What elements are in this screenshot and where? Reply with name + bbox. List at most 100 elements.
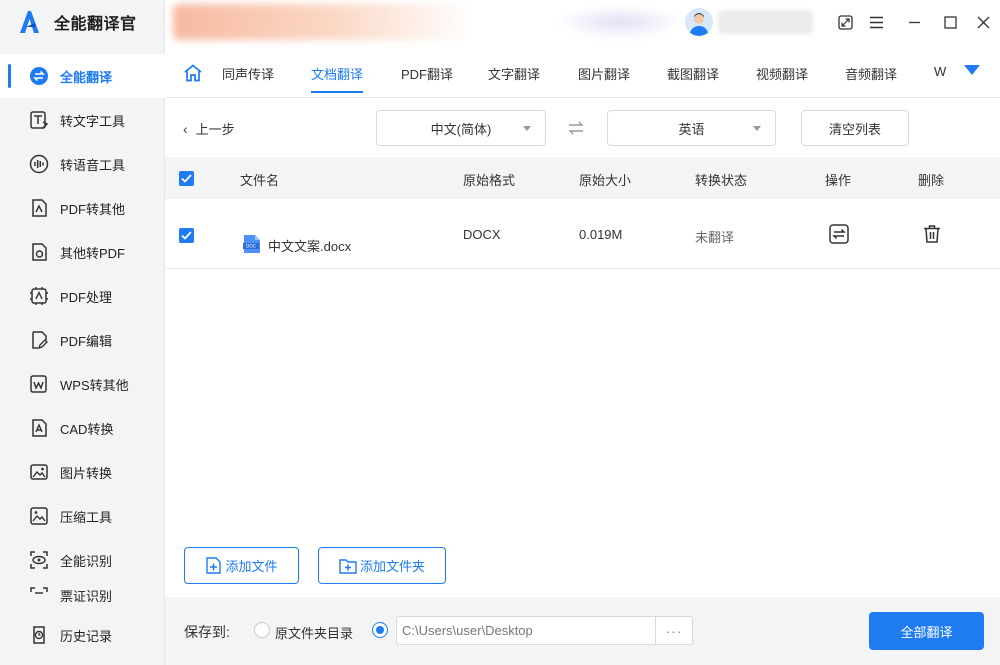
app-logo-icon [20, 11, 39, 33]
home-icon[interactable] [183, 64, 203, 82]
sidebar-item-pdf-to-other[interactable]: PDF转其他 [0, 186, 165, 230]
sidebar-item-label: 其他转PDF [60, 245, 126, 261]
footer: 保存到: 原文件夹目录 ··· 全部翻译 [165, 597, 1000, 665]
scan-eye-icon [30, 551, 48, 569]
sidebar-item-cad[interactable]: CAD转换 [0, 406, 165, 450]
sidebar-item-text-tool[interactable]: 转文字工具 [0, 98, 165, 142]
header-format: 原始格式 [463, 173, 516, 188]
sidebar-item-label: 全能翻译 [60, 69, 113, 85]
sidebar-item-label: 图片转换 [60, 465, 113, 481]
sidebar: 全能翻译官 全能翻译 转文字工具 转语音工具 PDF转其他 其他转PDF PDF… [0, 0, 165, 665]
tab-screenshot-translate[interactable]: 截图翻译 [667, 64, 719, 83]
wps-icon [30, 375, 47, 393]
tab-simultaneous[interactable]: 同声传译 [222, 64, 274, 83]
radio-original-folder[interactable] [254, 622, 270, 638]
sidebar-item-label: 转语音工具 [60, 157, 126, 173]
menu-button[interactable] [866, 12, 886, 32]
sidebar-item-voice-tool[interactable]: 转语音工具 [0, 142, 165, 186]
add-folder-icon [339, 558, 357, 574]
row-status: 未翻译 [695, 230, 735, 245]
tab-overflow[interactable]: W [934, 64, 946, 79]
expand-icon [837, 14, 853, 30]
row-checkbox[interactable] [179, 228, 194, 243]
back-button[interactable]: ‹ 上一步 [183, 119, 235, 138]
target-language-select[interactable]: 英语 [607, 110, 776, 146]
file-type-label: DOC [246, 244, 256, 250]
expand-window-button[interactable] [835, 12, 855, 32]
chevron-down-icon [523, 126, 531, 131]
menu-icon [869, 16, 883, 28]
chevron-left-icon: ‹ [183, 120, 188, 137]
sidebar-item-pdf-edit[interactable]: PDF编辑 [0, 318, 165, 362]
source-language-select[interactable]: 中文(简体) [376, 110, 546, 146]
title-bar [165, 0, 1000, 44]
user-avatar-icon [689, 13, 709, 36]
check-icon [181, 231, 192, 240]
pdf-edit-icon [32, 331, 48, 350]
sidebar-item-label: 票证识别 [60, 589, 113, 602]
tab-bar: 同声传译 文档翻译 PDF翻译 文字翻译 图片翻译 截图翻译 视频翻译 音频翻译… [165, 44, 1000, 98]
sidebar-item-image-convert[interactable]: 图片转换 [0, 450, 165, 494]
close-button[interactable] [973, 12, 993, 32]
translate-icon [30, 67, 48, 85]
sidebar-item-label: 压缩工具 [60, 509, 113, 525]
ticket-scan-icon [30, 587, 48, 594]
check-icon [181, 174, 192, 183]
avatar[interactable] [685, 8, 713, 36]
sidebar-item-label: PDF编辑 [60, 333, 113, 349]
sidebar-item-wps-to-other[interactable]: WPS转其他 [0, 362, 165, 406]
minimize-icon [908, 21, 920, 23]
radio-custom-path[interactable] [372, 622, 388, 638]
swap-language-icon[interactable] [567, 120, 585, 136]
select-all-checkbox[interactable] [179, 171, 194, 186]
sidebar-item-all-translate[interactable]: 全能翻译 [0, 54, 165, 98]
tab-document-translate[interactable]: 文档翻译 [311, 64, 364, 93]
header-size: 原始大小 [579, 173, 632, 188]
app-title: 全能翻译官 [54, 16, 137, 33]
header-delete: 删除 [918, 173, 945, 188]
row-filename: 中文文案.docx [268, 239, 352, 254]
clear-list-button[interactable]: 清空列表 [801, 110, 909, 146]
pdf-export-icon [32, 199, 47, 217]
browse-path-button[interactable]: ··· [656, 616, 693, 645]
voice-wave-icon [29, 154, 49, 174]
docx-file-icon: DOC [243, 235, 260, 253]
username-blurred [718, 10, 813, 34]
add-folder-button[interactable]: 添加文件夹 [318, 547, 446, 584]
row-format: DOCX [463, 227, 501, 242]
history-icon [33, 626, 45, 644]
tabs-more-icon[interactable] [963, 64, 981, 76]
sidebar-item-other-to-pdf[interactable]: 其他转PDF [0, 230, 165, 274]
cad-icon [32, 419, 47, 437]
sidebar-item-recognize[interactable]: 全能识别 [0, 538, 165, 582]
save-to-label: 保存到: [184, 624, 230, 640]
sidebar-item-ticket-scan[interactable]: 票证识别 [0, 582, 165, 602]
convert-action-icon[interactable] [829, 224, 849, 244]
add-folder-label: 添加文件夹 [359, 559, 425, 574]
translate-all-button[interactable]: 全部翻译 [869, 612, 984, 650]
table-header: 文件名 原始格式 原始大小 转换状态 操作 删除 [165, 157, 1000, 199]
trash-icon[interactable] [922, 224, 942, 244]
tab-image-translate[interactable]: 图片翻译 [578, 64, 630, 83]
header-filename: 文件名 [240, 173, 280, 188]
sidebar-item-label: WPS转其他 [60, 377, 129, 393]
back-label: 上一步 [195, 122, 235, 137]
save-path-input[interactable] [396, 616, 656, 645]
maximize-button[interactable] [940, 12, 960, 32]
sidebar-item-history[interactable]: 历史记录 [0, 613, 165, 657]
tab-audio-translate[interactable]: 音频翻译 [845, 64, 897, 83]
sidebar-item-pdf-process[interactable]: PDF处理 [0, 274, 165, 318]
sidebar-item-label: 转文字工具 [60, 113, 126, 129]
header-status: 转换状态 [695, 173, 748, 188]
add-file-button[interactable]: 添加文件 [184, 547, 299, 584]
tab-text-translate[interactable]: 文字翻译 [488, 64, 540, 83]
sidebar-nav: 全能翻译 转文字工具 转语音工具 PDF转其他 其他转PDF PDF处理 PDF… [0, 54, 165, 602]
header-action: 操作 [825, 173, 852, 188]
sidebar-item-compress[interactable]: 压缩工具 [0, 494, 165, 538]
tab-pdf-translate[interactable]: PDF翻译 [401, 64, 453, 83]
add-file-icon [206, 557, 222, 574]
minimize-button[interactable] [904, 12, 924, 32]
blurred-decoration [560, 6, 680, 38]
table-row: DOC 中文文案.docx DOCX 0.019M 未翻译 [165, 199, 1000, 269]
tab-video-translate[interactable]: 视频翻译 [756, 64, 808, 83]
